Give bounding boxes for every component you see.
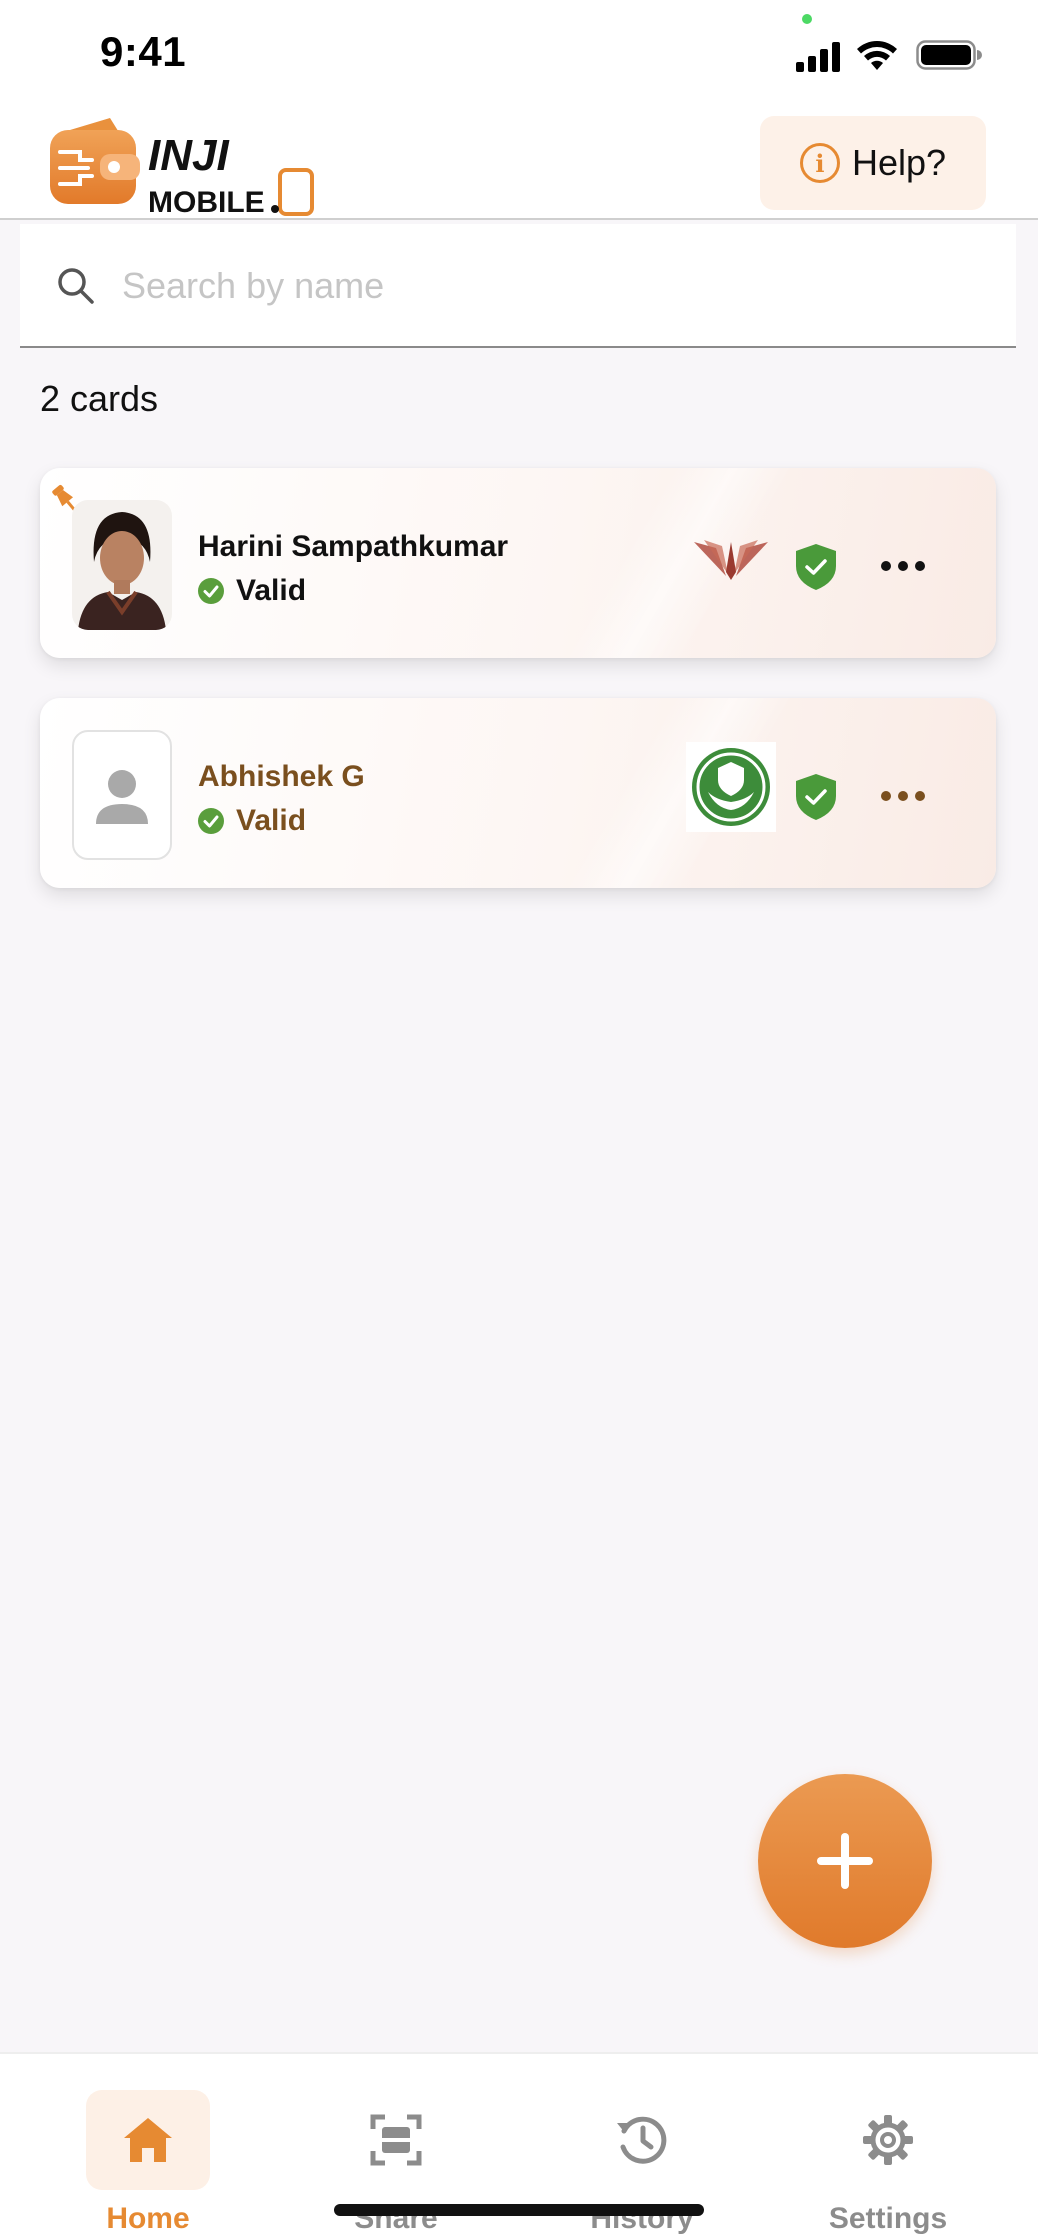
person-placeholder-icon: [96, 770, 148, 824]
holder-photo-placeholder: [72, 730, 172, 860]
home-icon: [124, 2118, 172, 2162]
svg-text:INJI: INJI: [148, 131, 229, 180]
home-indicator: [334, 2204, 704, 2216]
card-status: Valid: [198, 574, 306, 608]
info-icon: i: [799, 143, 840, 183]
card-count: 2 cards: [40, 378, 159, 419]
plus-icon: [817, 1833, 873, 1889]
help-button[interactable]: i Help?: [760, 116, 986, 210]
verified-shield-icon: [796, 774, 836, 820]
svg-text:MOBILE: MOBILE: [148, 186, 265, 218]
nav-label: Settings: [828, 2202, 948, 2235]
card-status: Valid: [198, 804, 306, 838]
inji-mobile-logo: INJI MOBILE: [50, 118, 314, 218]
signal-icon: [796, 42, 840, 72]
credential-card[interactable]: Abhishek G Valid: [40, 698, 996, 888]
status-bar: 9:41: [0, 0, 1038, 108]
search-input[interactable]: [122, 254, 982, 318]
more-options-button[interactable]: [870, 768, 936, 824]
gear-icon: [863, 2115, 913, 2165]
issuer-wings-logo: [694, 540, 768, 580]
nav-label: Home: [106, 2202, 190, 2235]
search-bar: [20, 224, 1016, 348]
help-label: Help?: [851, 142, 947, 183]
more-options-button[interactable]: [870, 538, 936, 594]
nav-settings[interactable]: Settings: [808, 2090, 968, 2240]
privacy-indicator-dot: [802, 14, 812, 24]
add-card-button[interactable]: [758, 1774, 932, 1948]
search-icon: [58, 268, 94, 304]
nav-home[interactable]: Home: [68, 2090, 228, 2240]
wifi-icon: [857, 41, 897, 70]
valid-check-icon: [198, 578, 224, 604]
status-label: Valid: [236, 804, 307, 837]
status-time: 9:41: [100, 28, 187, 75]
valid-check-icon: [198, 808, 224, 834]
battery-icon: [916, 40, 982, 70]
nav-share[interactable]: Share: [316, 2090, 476, 2240]
app-header: INJI MOBILE i Help?: [0, 108, 1038, 220]
verified-shield-icon: [796, 544, 836, 590]
card-holder-name: Abhishek G: [198, 760, 365, 793]
credential-card[interactable]: Harini Sampathkumar Valid: [40, 468, 996, 658]
issuer-green-hands-logo: [686, 742, 776, 832]
card-holder-name: Harini Sampathkumar: [198, 530, 509, 563]
status-label: Valid: [236, 574, 307, 607]
holder-photo: [72, 500, 172, 630]
scan-icon: [370, 2114, 422, 2166]
history-icon: [617, 2116, 667, 2164]
nav-history[interactable]: History: [562, 2090, 722, 2240]
